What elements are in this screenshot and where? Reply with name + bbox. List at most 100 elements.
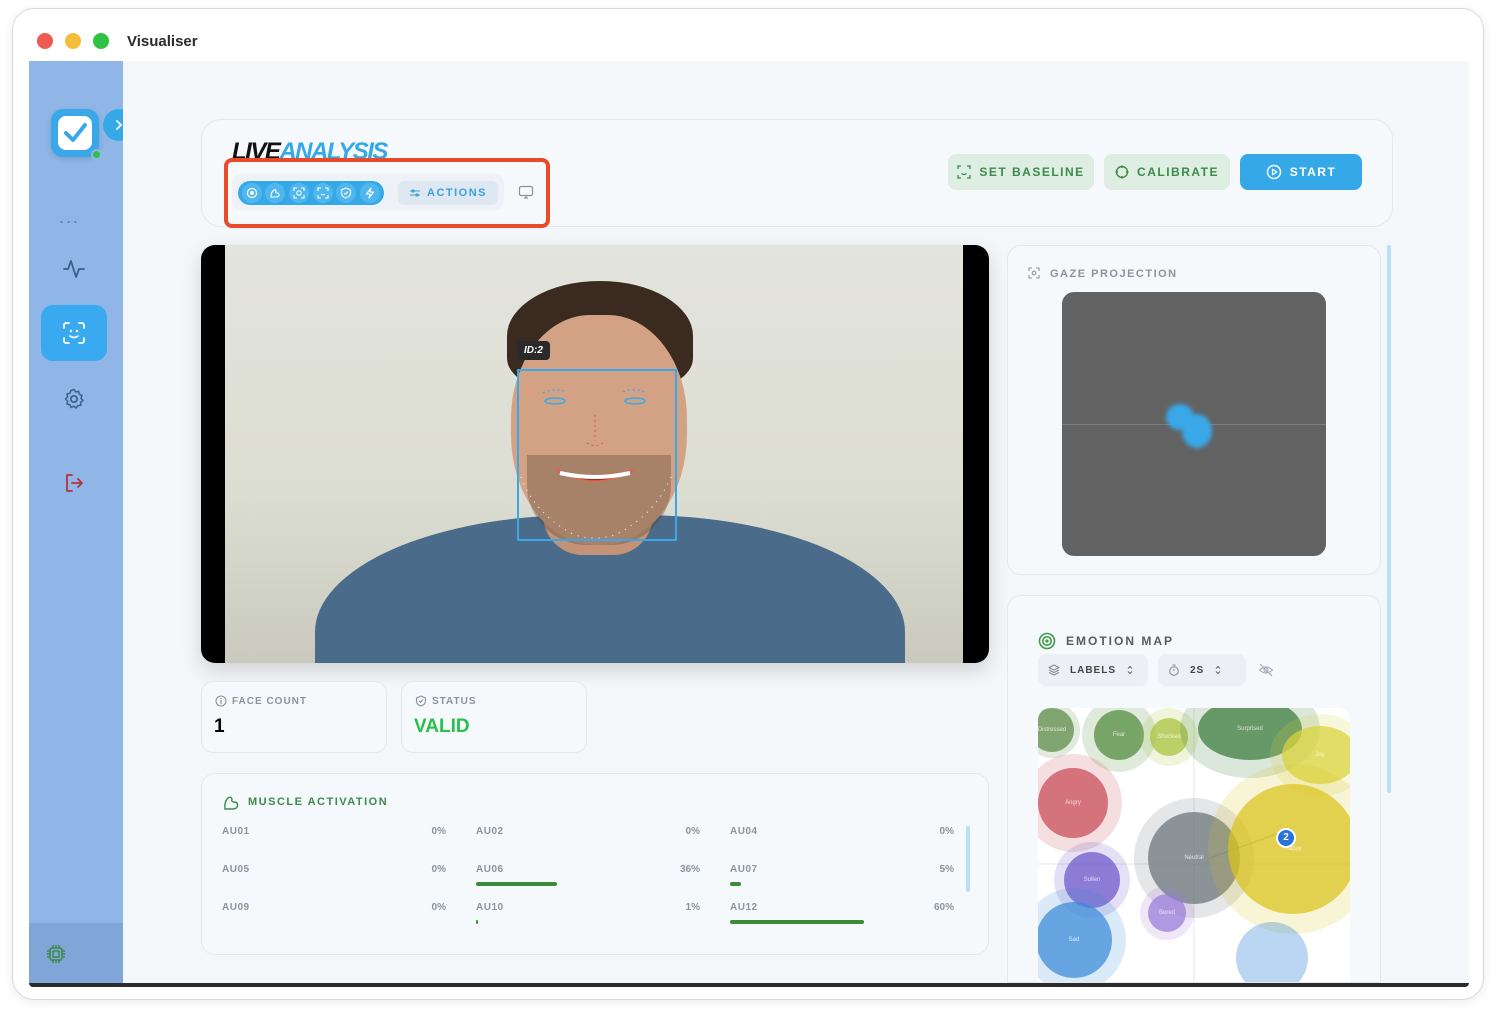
title-bar: Visualiser: [13, 9, 1483, 61]
emotion-bubble-label: Sad: [1068, 937, 1080, 943]
emotion-bubble-core: Fear: [1094, 710, 1144, 760]
sidebar: ...: [29, 61, 135, 983]
crosshair-icon: [1115, 165, 1129, 179]
calibrate-button[interactable]: CALIBRATE: [1104, 154, 1230, 190]
face-count-card: FACE COUNT 1: [201, 681, 387, 753]
action-unit-value: 0%: [431, 864, 446, 875]
calibrate-label: CALIBRATE: [1137, 165, 1219, 179]
logout-icon: [66, 474, 83, 492]
set-baseline-label: SET BASELINE: [979, 165, 1085, 179]
emotion-plot: Distressed Fear Shocked Surprised Joy Angry Ne…: [1038, 708, 1350, 982]
emotion-map-card: EMOTION MAP LABELS 2S Distressed Fear Shoc…: [1007, 595, 1381, 983]
action-unit-name: AU12: [730, 902, 758, 913]
eye-off-icon[interactable]: [1258, 662, 1274, 678]
labels-select-value: LABELS: [1070, 664, 1116, 676]
action-unit-au05: AU05 0%: [222, 864, 446, 894]
shield-check-icon: [415, 695, 427, 707]
emotion-bubble-label: Fear: [1112, 732, 1126, 738]
timer-icon: [1169, 664, 1179, 676]
emotion-bubble-label: Distressed: [1038, 727, 1067, 733]
sidebar-footer: [29, 923, 123, 983]
face-emotion-marker[interactable]: 2: [1276, 828, 1296, 848]
face-scan-icon: [63, 322, 85, 344]
action-unit-value: 5%: [939, 864, 954, 875]
emotion-bubble-core: Happy: [1228, 784, 1350, 914]
action-unit-au06: AU06 36%: [476, 864, 700, 894]
action-unit-au12: AU12 60%: [730, 902, 954, 932]
action-unit-bar: [476, 882, 557, 886]
target-icon: [1038, 632, 1056, 650]
action-unit-au09: AU09 0%: [222, 902, 446, 932]
set-baseline-button[interactable]: SET BASELINE: [948, 154, 1094, 190]
action-unit-value: 0%: [939, 826, 954, 837]
emotion-bubble-label: Surprised: [1237, 726, 1263, 732]
action-unit-value: 0%: [431, 902, 446, 913]
action-unit-name: AU10: [476, 902, 504, 913]
status-label: STATUS: [432, 696, 477, 707]
emotion-bubble-label: Sullen: [1083, 877, 1101, 883]
action-unit-name: AU07: [730, 864, 758, 875]
layers-icon: [1048, 664, 1060, 676]
emotion-bubble-label: Neutral: [1184, 855, 1204, 861]
emotion-bubble-label: Joy: [1315, 752, 1325, 758]
emotion-bubble-bored: Bored: [1140, 886, 1194, 940]
action-unit-value: 36%: [679, 864, 700, 875]
action-unit-au07: AU07 5%: [730, 864, 954, 894]
window-bottom-edge: [29, 983, 1469, 987]
more-menu[interactable]: ...: [59, 207, 80, 228]
action-unit-name: AU04: [730, 826, 758, 837]
face-count-label: FACE COUNT: [232, 696, 307, 707]
app-window: Visualiser ... LIVEANALYSIS ACTIONS SET …: [12, 8, 1484, 1000]
action-unit-bar: [476, 920, 478, 924]
sidebar-item-logout[interactable]: [41, 455, 107, 511]
emotion-bubble-core: Distressed: [1038, 708, 1074, 752]
emotion-map-title: EMOTION MAP: [1066, 634, 1174, 648]
action-unit-name: AU02: [476, 826, 504, 837]
video-feed: ID:2: [201, 245, 989, 663]
chevron-updown-icon: [1215, 665, 1221, 675]
sidebar-item-settings[interactable]: [41, 371, 107, 427]
cpu-chip-icon[interactable]: [45, 943, 67, 965]
gaze-projection-title: GAZE PROJECTION: [1050, 268, 1178, 280]
face-id-tag: ID:2: [517, 341, 550, 360]
info-icon: [215, 695, 227, 707]
action-unit-value: 0%: [431, 826, 446, 837]
online-status-dot: [91, 149, 102, 160]
emotion-bubble-core: Angry: [1038, 768, 1108, 838]
activity-icon: [63, 260, 85, 278]
action-unit-au10: AU10 1%: [476, 902, 700, 932]
action-unit-au04: AU04 0%: [730, 826, 954, 856]
emotion-bubble-label: Angry: [1065, 800, 1081, 806]
gaze-focus-icon: [1028, 267, 1040, 279]
play-circle-icon: [1266, 164, 1281, 180]
action-unit-au02: AU02 0%: [476, 826, 700, 856]
highlight-annotation: [224, 158, 550, 228]
start-button[interactable]: START: [1240, 154, 1362, 190]
gear-icon: [64, 388, 84, 409]
maximize-window-button[interactable]: [93, 33, 109, 49]
labels-select[interactable]: LABELS: [1038, 654, 1148, 686]
muscle-activation-card: MUSCLE ACTIVATION AU01 0% AU02 0% AU04 0% AU05…: [201, 773, 989, 955]
sidebar-item-activity[interactable]: [41, 241, 107, 297]
gaze-projection-card: GAZE PROJECTION: [1007, 245, 1381, 575]
start-label: START: [1289, 165, 1337, 179]
checkmark-icon: [64, 123, 87, 142]
sidebar-item-live-analysis[interactable]: [41, 305, 107, 361]
right-panel-scrollbar[interactable]: [1387, 245, 1391, 793]
camera-frame: ID:2: [225, 245, 963, 663]
close-window-button[interactable]: [37, 33, 53, 49]
muscle-icon: [224, 796, 239, 810]
time-window-select[interactable]: 2S: [1158, 654, 1246, 686]
muscle-scrollbar[interactable]: [966, 826, 970, 892]
status-value: VALID: [414, 716, 470, 737]
action-unit-value: 60%: [933, 902, 954, 913]
time-window-value: 2S: [1190, 664, 1205, 676]
action-unit-name: AU09: [222, 902, 250, 913]
minimize-window-button[interactable]: [65, 33, 81, 49]
chevron-updown-icon: [1127, 665, 1133, 675]
face-bounding-box: [517, 369, 677, 541]
status-card: STATUS VALID: [401, 681, 587, 753]
emotion-bubble-core: Bored: [1148, 894, 1186, 932]
action-unit-bar: [730, 882, 741, 886]
action-unit-value: 1%: [685, 902, 700, 913]
